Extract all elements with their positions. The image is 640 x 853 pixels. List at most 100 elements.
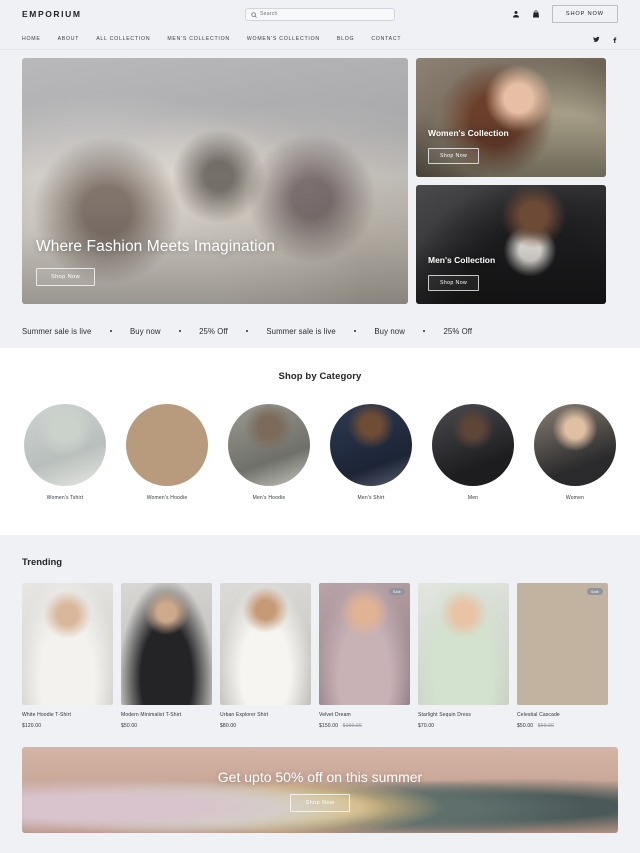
product-name: White Hoodie T-Shirt: [22, 712, 72, 718]
product-card[interactable]: Starlight Sequin Dress $70.00: [418, 583, 509, 729]
mens-card-caption: Men's Collection Shop Now: [428, 255, 495, 291]
hero-card-womens-collection[interactable]: Women's Collection Shop Now: [416, 58, 606, 177]
search-input[interactable]: [260, 11, 389, 17]
category-label: Women: [565, 495, 585, 501]
search-box[interactable]: [245, 5, 395, 23]
product-name: Starlight Sequin Dress: [418, 712, 472, 718]
product-image: [418, 583, 509, 705]
product-card[interactable]: Sale Velvet Dream $150.00 $160.00: [319, 583, 410, 729]
product-current-price: $50.00: [517, 723, 534, 729]
category-image: [330, 404, 412, 486]
category-label: Women's Tshirt: [46, 495, 84, 501]
social-links: [593, 30, 618, 48]
product-card[interactable]: White Hoodie T-Shirt $120.00: [22, 583, 113, 729]
product-current-price: $80.00: [220, 723, 237, 729]
product-image: [121, 583, 212, 705]
product-current-price: $150.00: [319, 723, 339, 729]
category-item-men[interactable]: Men: [432, 404, 514, 501]
product-image: [22, 583, 113, 705]
product-image: Sale: [517, 583, 608, 705]
hero-side-cards: Women's Collection Shop Now Men's Collec…: [416, 58, 606, 304]
brand-logo[interactable]: EMPORIUM: [22, 9, 82, 19]
category-label: Men's Shirt: [357, 495, 385, 501]
twitter-icon[interactable]: [593, 30, 600, 48]
category-image: [24, 404, 106, 486]
hero-shop-now-button[interactable]: Shop Now: [36, 268, 96, 286]
product-name: Urban Explorer Shirt: [220, 712, 269, 718]
category-item-mens-shirt[interactable]: Men's Shirt: [330, 404, 412, 501]
product-photo: [121, 583, 212, 705]
category-item-womens-tshirt[interactable]: Women's Tshirt: [24, 404, 106, 501]
hero-main-caption: Where Fashion Meets Imagination Shop Now: [36, 238, 275, 286]
category-image: [126, 404, 208, 486]
mens-shop-now-button[interactable]: Shop Now: [428, 275, 480, 291]
storefront-page: EMPORIUM SHOP N: [0, 0, 640, 853]
promo-shop-now-button[interactable]: Shop Now: [290, 793, 350, 812]
category-item-womens-hoodie[interactable]: Women's Hoodie: [126, 404, 208, 501]
nav-item-mens-collection[interactable]: MEN'S COLLECTION: [167, 36, 230, 42]
product-row: White Hoodie T-Shirt $120.00 Modern Mini…: [22, 583, 618, 729]
product-card[interactable]: Modern Minimalist T-Shirt $50.00: [121, 583, 212, 729]
product-price: $150.00 $160.00: [319, 723, 410, 729]
nav-item-contact[interactable]: CONTACT: [371, 36, 401, 42]
product-name: Celestial Cascade: [517, 712, 560, 718]
sale-badge: Sale: [587, 588, 603, 596]
shop-now-button[interactable]: SHOP NOW: [551, 5, 618, 23]
product-price: $120.00: [22, 723, 113, 729]
category-image: [432, 404, 514, 486]
product-photo: [220, 583, 311, 705]
marquee-item: 25% Off: [199, 326, 228, 336]
nav-item-home[interactable]: HOME: [22, 36, 41, 42]
womens-shop-now-button[interactable]: Shop Now: [428, 148, 480, 164]
top-bar-actions: SHOP NOW: [512, 5, 618, 23]
product-price: $70.00: [418, 723, 509, 729]
category-label: Men: [467, 495, 479, 501]
bag-icon[interactable]: [532, 10, 541, 19]
mens-card-title: Men's Collection: [428, 255, 496, 265]
product-price: $80.00: [220, 723, 311, 729]
promo-banner[interactable]: Get upto 50% off on this summer Shop Now: [22, 747, 618, 833]
product-card[interactable]: Urban Explorer Shirt $80.00: [220, 583, 311, 729]
product-price: $50.00: [121, 723, 212, 729]
product-current-price: $70.00: [418, 723, 435, 729]
top-bar: EMPORIUM SHOP N: [0, 0, 640, 28]
hero-card-mens-collection[interactable]: Men's Collection Shop Now: [416, 185, 606, 304]
product-image: Sale: [319, 583, 410, 705]
nav-item-womens-collection[interactable]: WOMEN'S COLLECTION: [247, 36, 320, 42]
nav-item-all-collection[interactable]: ALL COLLECTION: [96, 36, 150, 42]
user-icon[interactable]: [512, 10, 521, 19]
main-navigation: HOME ABOUT ALL COLLECTION MEN'S COLLECTI…: [0, 28, 640, 50]
category-row: Women's Tshirt Women's Hoodie Men's Hood…: [0, 404, 640, 501]
hero-main-banner[interactable]: Where Fashion Meets Imagination Shop Now: [22, 58, 408, 304]
marquee-item: Buy now: [130, 326, 161, 336]
product-image: [220, 583, 311, 705]
search-icon: [251, 5, 257, 23]
category-section-title: Shop by Category: [278, 371, 362, 382]
product-old-price: $160.00: [342, 723, 362, 729]
hero-section: Where Fashion Meets Imagination Shop Now…: [0, 50, 640, 304]
category-label: Women's Hoodie: [146, 495, 188, 501]
nav-list: HOME ABOUT ALL COLLECTION MEN'S COLLECTI…: [22, 36, 401, 42]
product-name: Velvet Dream: [319, 712, 351, 718]
category-item-mens-hoodie[interactable]: Men's Hoodie: [228, 404, 310, 501]
product-old-price: $60.00: [537, 723, 554, 729]
product-price: $50.00 $60.00: [517, 723, 608, 729]
marquee-track: Summer sale is live Buy now 25% Off Summ…: [0, 327, 490, 336]
facebook-icon[interactable]: [611, 30, 618, 48]
nav-item-about[interactable]: ABOUT: [58, 36, 80, 42]
product-card[interactable]: Sale Celestial Cascade $50.00 $60.00: [517, 583, 608, 729]
category-image: [228, 404, 310, 486]
promo-title: Get upto 50% off on this summer: [217, 768, 423, 785]
product-photo: [22, 583, 113, 705]
nav-item-blog[interactable]: BLOG: [337, 36, 354, 42]
category-section: Shop by Category Women's Tshirt Women's …: [0, 348, 640, 535]
product-photo: [517, 583, 608, 705]
product-current-price: $50.00: [121, 723, 138, 729]
marquee-item: Buy now: [374, 326, 405, 336]
marquee-item: Summer sale is live: [22, 326, 92, 336]
trending-title: Trending: [22, 557, 63, 568]
womens-card-caption: Women's Collection Shop Now: [428, 128, 509, 164]
product-photo: [319, 583, 410, 705]
category-item-women[interactable]: Women: [534, 404, 616, 501]
hero-title: Where Fashion Meets Imagination: [36, 238, 276, 255]
